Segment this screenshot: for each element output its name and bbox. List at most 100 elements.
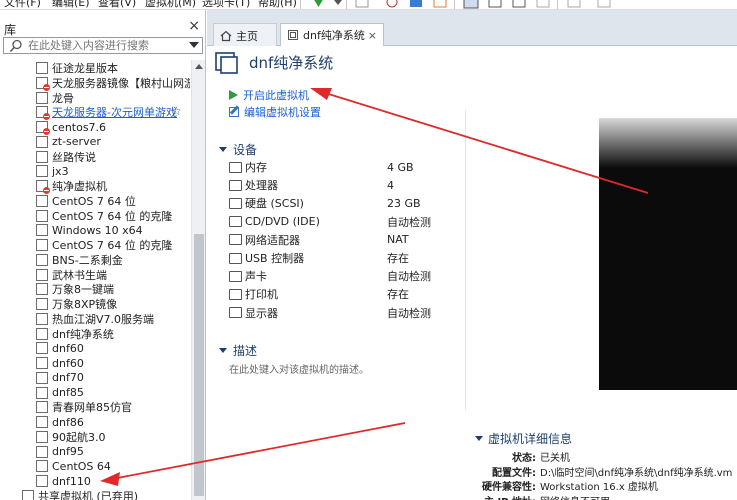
device-value: 自动检测 [387, 215, 431, 229]
device-name: 处理器 [245, 179, 278, 193]
snapshot-manager-icon[interactable] [432, 0, 448, 10]
device-row[interactable]: 显示器 自动检测 [229, 304, 459, 322]
fullscreen-icon[interactable] [511, 0, 527, 10]
vm-preview[interactable] [599, 118, 737, 390]
library-vm-item[interactable]: dnf60 [36, 356, 84, 370]
library-vm-item[interactable]: 青春网单85仿官 [36, 400, 132, 414]
dropdown-icon[interactable] [331, 0, 347, 10]
device-name: 显示器 [245, 306, 278, 320]
library-vm-item[interactable]: 天龙服务器镜像【粮村山网游 [36, 76, 190, 91]
library-vm-item[interactable]: dnf60 [36, 341, 84, 355]
library-close-button[interactable]: × [188, 18, 200, 34]
library-vm-label: 丝路传说 [52, 150, 96, 164]
edit-vm-settings-label: 编辑虚拟机设置 [244, 106, 321, 119]
library-vm-label: 热血江湖V7.0服务端 [52, 312, 155, 326]
library-vm-item[interactable]: centos7.6 [36, 120, 106, 135]
vm-icon [36, 342, 48, 355]
vm-icon [36, 239, 48, 251]
detail-key: 主 IP 地址: [475, 493, 540, 500]
library-vm-item[interactable]: CentOS 7 64 位 [36, 194, 136, 208]
stretch-icon[interactable] [596, 0, 612, 10]
send-keys-icon[interactable] [354, 0, 370, 10]
vm-icon [36, 401, 48, 414]
library-vm-item[interactable]: dnf86 [36, 415, 84, 429]
device-row[interactable]: USB 控制器 存在 [229, 249, 459, 267]
devices-section-header[interactable]: 设备 [219, 141, 257, 157]
library-vm-item[interactable]: dnf95 [36, 445, 84, 459]
device-row[interactable]: 网络适配器 NAT [229, 231, 459, 249]
tab-vm[interactable]: dnf纯净系统 × [280, 23, 384, 47]
library-vm-item[interactable]: CentOS 7 64 位 的克隆 [36, 238, 172, 252]
device-row[interactable]: 内存 4 GB [229, 158, 459, 176]
library-vm-item[interactable]: CentOS 7 64 位 的克隆 [36, 209, 172, 223]
menu-tabs[interactable]: 选项卡(T) [202, 0, 250, 9]
thumbnail-view-icon[interactable] [487, 0, 503, 10]
device-row[interactable]: 处理器 4 [229, 176, 459, 194]
device-value: NAT [387, 233, 409, 247]
library-vm-label: 青春网单85仿官 [52, 401, 132, 415]
unity-icon[interactable] [535, 0, 551, 10]
tab-home[interactable]: 主页 [213, 23, 277, 47]
library-vm-item[interactable]: 万象8XP镜像 [36, 297, 117, 311]
menu-view[interactable]: 查看(V) [98, 0, 136, 9]
library-vm-item[interactable]: 90起航3.0 [36, 430, 106, 444]
device-row[interactable]: CD/DVD (IDE) 自动检测 [229, 213, 459, 231]
description-field[interactable]: 在此处键入对该虚拟机的描述。 [229, 361, 369, 376]
vm-icon [288, 30, 298, 40]
vm-summary-page: dnf纯净系统 开启此虚拟机 编辑虚拟机设置 设备 内存 4 GB 处理器 4 硬盘 (… [207, 46, 737, 500]
menu-file[interactable]: 文件(F) [4, 0, 41, 9]
library-vm-item[interactable]: 龙骨 [36, 91, 74, 105]
library-vm-item[interactable]: 万象8一键端 [36, 282, 114, 296]
search-input[interactable] [28, 39, 178, 52]
device-name: 声卡 [245, 270, 267, 284]
library-vm-item[interactable]: CentOS 64 [36, 459, 111, 473]
scrollbar-thumb[interactable] [194, 234, 204, 496]
close-tab-icon[interactable]: × [368, 29, 377, 42]
favorite-star-icon[interactable]: ☆ [171, 104, 182, 118]
device-row[interactable]: 声卡 自动检测 [229, 267, 459, 285]
library-vm-item[interactable]: 热血江湖V7.0服务端 [36, 312, 154, 326]
description-section-header[interactable]: 描述 [219, 342, 257, 358]
library-search-box[interactable] [3, 37, 203, 54]
library-view-icon[interactable] [463, 0, 479, 10]
library-vm-label: dnf60 [52, 341, 84, 355]
vm-icon [36, 430, 48, 443]
library-vm-item[interactable]: BNS-二系剩金 [36, 253, 123, 267]
menu-vm[interactable]: 虚拟机(M) [145, 0, 196, 9]
library-vm-item[interactable]: 丝路传说 [36, 150, 96, 164]
library-vm-item[interactable]: dnf110 [36, 474, 91, 488]
edit-vm-settings-link[interactable]: 编辑虚拟机设置 [229, 104, 321, 120]
library-vm-item[interactable]: 天龙服务器-次元网单游戏 [36, 105, 177, 121]
library-vm-item[interactable]: 武林书生端 [36, 268, 107, 282]
search-icon [9, 39, 22, 52]
device-row[interactable]: 硬盘 (SCSI) 23 GB [229, 194, 459, 212]
library-vm-item[interactable]: 纯净虚拟机 [36, 179, 107, 194]
library-vm-label: 纯净虚拟机 [52, 180, 107, 193]
library-vm-item[interactable]: jx3 [36, 164, 69, 178]
scroll-up-icon[interactable] [195, 64, 203, 69]
library-vm-item[interactable]: 征途龙星版本 [36, 61, 118, 75]
device-row[interactable]: 打印机 存在 [229, 285, 459, 303]
vm-details-header[interactable]: 虚拟机详细信息 [475, 430, 572, 446]
library-vm-item[interactable]: zt-server [36, 135, 101, 149]
collapse-icon [475, 435, 483, 441]
start-vm-link[interactable]: 开启此虚拟机 [229, 87, 309, 103]
library-scrollbar[interactable] [191, 60, 205, 500]
library-vm-item[interactable]: Windows 10 x64 [36, 223, 143, 237]
cpu-icon [229, 179, 242, 191]
revert-snapshot-icon[interactable] [408, 0, 424, 10]
menu-edit[interactable]: 编辑(E) [52, 0, 90, 9]
library-vm-item[interactable]: dnf70 [36, 371, 84, 385]
power-on-icon[interactable] [311, 0, 327, 10]
library-vm-label: 天龙服务器-次元网单游戏 [52, 106, 177, 120]
vm-icon [36, 91, 48, 104]
vm-icon [36, 298, 48, 310]
chevron-down-icon[interactable] [189, 42, 199, 48]
console-icon[interactable] [566, 0, 582, 10]
menu-help[interactable]: 帮助(H) [258, 0, 297, 9]
vm-icon [36, 135, 48, 148]
library-vm-item[interactable]: dnf85 [36, 386, 84, 400]
library-vm-item[interactable]: 共享虚拟机 (已弃用) [22, 489, 138, 500]
snapshot-icon[interactable] [384, 0, 400, 10]
library-vm-item[interactable]: dnf纯净系统 [36, 327, 114, 341]
